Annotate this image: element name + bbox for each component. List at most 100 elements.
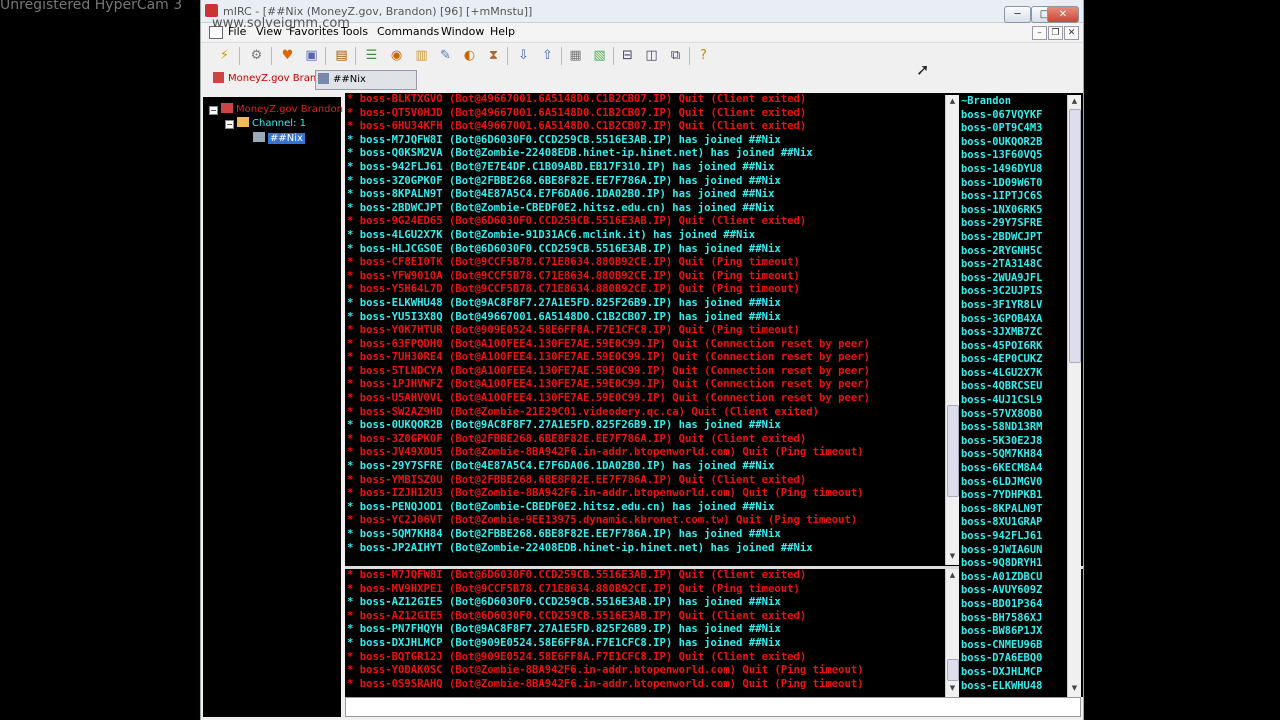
nick-item[interactable]: boss-D7A6EBQ0 <box>959 652 1067 666</box>
nick-item[interactable]: boss-57VX8OB0 <box>959 408 1067 422</box>
nick-item[interactable]: boss-4UJ1CSL9 <box>959 394 1067 408</box>
nick-item[interactable]: boss-1496DYU8 <box>959 163 1067 177</box>
nick-item[interactable]: boss-4QBRCSEU <box>959 380 1067 394</box>
nick-item[interactable]: boss-3GPOB4XA <box>959 313 1067 327</box>
nick-item[interactable]: boss-8XU1GRAP <box>959 516 1067 530</box>
connect-icon[interactable]: ⚡ <box>216 47 233 64</box>
menu-window[interactable]: Window <box>441 25 484 38</box>
nick-item[interactable]: boss-BH7586XJ <box>959 612 1067 626</box>
nick-item[interactable]: boss-13F60VQ5 <box>959 149 1067 163</box>
tree-channel-node[interactable]: ##Nix <box>253 132 305 144</box>
minimize-button[interactable]: ─ <box>1004 6 1031 23</box>
log-icon[interactable]: ▦ <box>567 47 584 64</box>
tree-channel-folder[interactable]: Channel: 1 <box>237 117 306 129</box>
nick-item[interactable]: boss-3JXMB7ZC <box>959 326 1067 340</box>
timer-icon[interactable]: ⧗ <box>485 47 502 64</box>
notes-icon[interactable]: ▧ <box>591 47 608 64</box>
nick-item[interactable]: boss-1D09W6T0 <box>959 177 1067 191</box>
nick-item[interactable]: ~Brandon <box>959 95 1067 109</box>
channel-tab-label: ##Nix <box>333 74 366 85</box>
chat-scroll-thumb[interactable] <box>947 405 959 497</box>
nick-item[interactable]: boss-7YDHPKB1 <box>959 489 1067 503</box>
nick-item[interactable]: boss-2RYGNH5C <box>959 245 1067 259</box>
server-status-icon <box>213 72 224 83</box>
dcc-icon[interactable]: ◉ <box>388 47 405 64</box>
chat-icon[interactable]: ▣ <box>303 47 320 64</box>
nick-item[interactable]: boss-2TA3148C <box>959 258 1067 272</box>
nick-item[interactable]: boss-BD01P364 <box>959 598 1067 612</box>
nick-item[interactable]: boss-6KECM8A4 <box>959 462 1067 476</box>
nick-item[interactable]: boss-DXJHLMCP <box>959 666 1067 680</box>
nicklist[interactable]: ~Brandon boss-067VQYKF boss-0PT9C4M3 boss-0… <box>959 95 1067 697</box>
nick-item[interactable]: boss-942FLJ61 <box>959 530 1067 544</box>
nick-item[interactable]: boss-BW86P1JX <box>959 625 1067 639</box>
nick-item[interactable]: boss-8KPALN9T <box>959 503 1067 517</box>
mdi-close-button[interactable]: ✕ <box>1064 26 1079 40</box>
server-tab-label: MoneyZ.gov Bran... <box>228 73 326 84</box>
nick-item[interactable]: boss-2WUA9JFL <box>959 272 1067 286</box>
server-icon <box>221 103 233 113</box>
nick-item[interactable]: boss-4EP0CUKZ <box>959 353 1067 367</box>
nicklist-scrollbar[interactable]: ▲ ▼ <box>1067 95 1081 697</box>
nick-item[interactable]: boss-29Y7SFRE <box>959 217 1067 231</box>
collapse-folder-icon[interactable]: − <box>225 120 234 129</box>
nicklist-scroll-thumb[interactable] <box>1069 109 1081 363</box>
mirc-window: mIRC - [##Nix (MoneyZ.gov, Brandon) [96]… <box>200 0 1084 720</box>
mdi-minimize-button[interactable]: – <box>1032 26 1047 40</box>
message-input[interactable] <box>345 697 1081 717</box>
nick-item[interactable]: boss-5K30E2J8 <box>959 435 1067 449</box>
notify-icon[interactable]: ▥ <box>413 47 430 64</box>
watermark-title: Unregistered HyperCam 3 <box>0 0 183 13</box>
arrange-icon[interactable]: ⧉ <box>667 47 684 64</box>
nick-item[interactable]: boss-4LGU2X7K <box>959 367 1067 381</box>
treebar: − MoneyZ.gov Brandon − Channel: 1 ##Nix <box>203 97 343 717</box>
nick-item[interactable]: boss-AVUY609Z <box>959 584 1067 598</box>
address-book-icon[interactable]: ▤ <box>333 47 350 64</box>
nick-item[interactable]: boss-3C2UJPIS <box>959 285 1067 299</box>
cascade-icon[interactable]: ◫ <box>643 47 660 64</box>
nick-item[interactable]: boss-9JWIA6UN <box>959 544 1067 558</box>
tree-folder-label: Channel: 1 <box>252 118 306 129</box>
nick-item[interactable]: boss-A01ZDBCU <box>959 571 1067 585</box>
help-icon[interactable]: ? <box>695 47 712 64</box>
scripts-icon[interactable]: ✎ <box>437 47 454 64</box>
nick-item[interactable]: boss-ELKWHU48 <box>959 680 1067 694</box>
nick-item[interactable]: boss-2BDWCJPT <box>959 231 1067 245</box>
split-scrollbar[interactable]: ▲ ▼ <box>945 569 959 697</box>
tree-server-node[interactable]: MoneyZ.gov Brandon <box>221 103 343 115</box>
split-scroll-thumb[interactable] <box>947 659 959 681</box>
watermark-url: www.solveigmm.com <box>212 16 350 31</box>
collapse-server-icon[interactable]: − <box>209 106 218 115</box>
switchbar-channel-tab[interactable]: ##Nix <box>315 70 417 90</box>
nick-item[interactable]: boss-067VQYKF <box>959 109 1067 123</box>
close-button[interactable]: ✕ <box>1047 6 1079 23</box>
channels-list-icon[interactable]: ☰ <box>363 47 380 64</box>
switchbar-server-tab[interactable]: MoneyZ.gov Bran... <box>211 70 326 88</box>
send-icon[interactable]: ⇧ <box>539 47 556 64</box>
colors-icon[interactable]: ◐ <box>461 47 478 64</box>
nick-item[interactable]: boss-1NX06RK5 <box>959 204 1067 218</box>
favorites-icon[interactable]: ♥ <box>279 47 296 64</box>
nick-item[interactable]: boss-0PT9C4M3 <box>959 122 1067 136</box>
nick-item[interactable]: boss-58ND13RM <box>959 421 1067 435</box>
toolbar: ⚡ ⚙ ♥ ▣ ▤ ☰ ◉ ▥ ✎ ◐ ⧗ ⇩ ⇧ ▦ ▧ ⊟ ◫ ⧉ ? <box>201 42 1083 70</box>
channel-icon <box>318 73 329 84</box>
tree-server-label: MoneyZ.gov Brandon <box>236 104 343 115</box>
nick-item[interactable]: boss-6LDJMGV0 <box>959 476 1067 490</box>
mdi-restore-button[interactable]: ❐ <box>1048 26 1063 40</box>
options-icon[interactable]: ⚙ <box>248 47 265 64</box>
nick-item[interactable]: boss-9Q8DRYH1 <box>959 557 1067 571</box>
received-icon[interactable]: ⇩ <box>515 47 532 64</box>
menu-commands[interactable]: Commands <box>377 25 439 38</box>
nick-item[interactable]: boss-5QM7KH84 <box>959 448 1067 462</box>
tile-icon[interactable]: ⊟ <box>619 47 636 64</box>
folder-icon <box>237 117 249 127</box>
nick-item[interactable]: boss-1IPTJC6S <box>959 190 1067 204</box>
channel-node-icon <box>253 132 265 142</box>
chat-scrollbar[interactable]: ▲ ▼ <box>945 95 959 565</box>
nick-item[interactable]: boss-45POI6RK <box>959 340 1067 354</box>
nick-item[interactable]: boss-0UKQOR2B <box>959 136 1067 150</box>
nick-item[interactable]: boss-CNMEU96B <box>959 639 1067 653</box>
menu-help[interactable]: Help <box>490 25 515 38</box>
nick-item[interactable]: boss-3F1YR8LV <box>959 299 1067 313</box>
